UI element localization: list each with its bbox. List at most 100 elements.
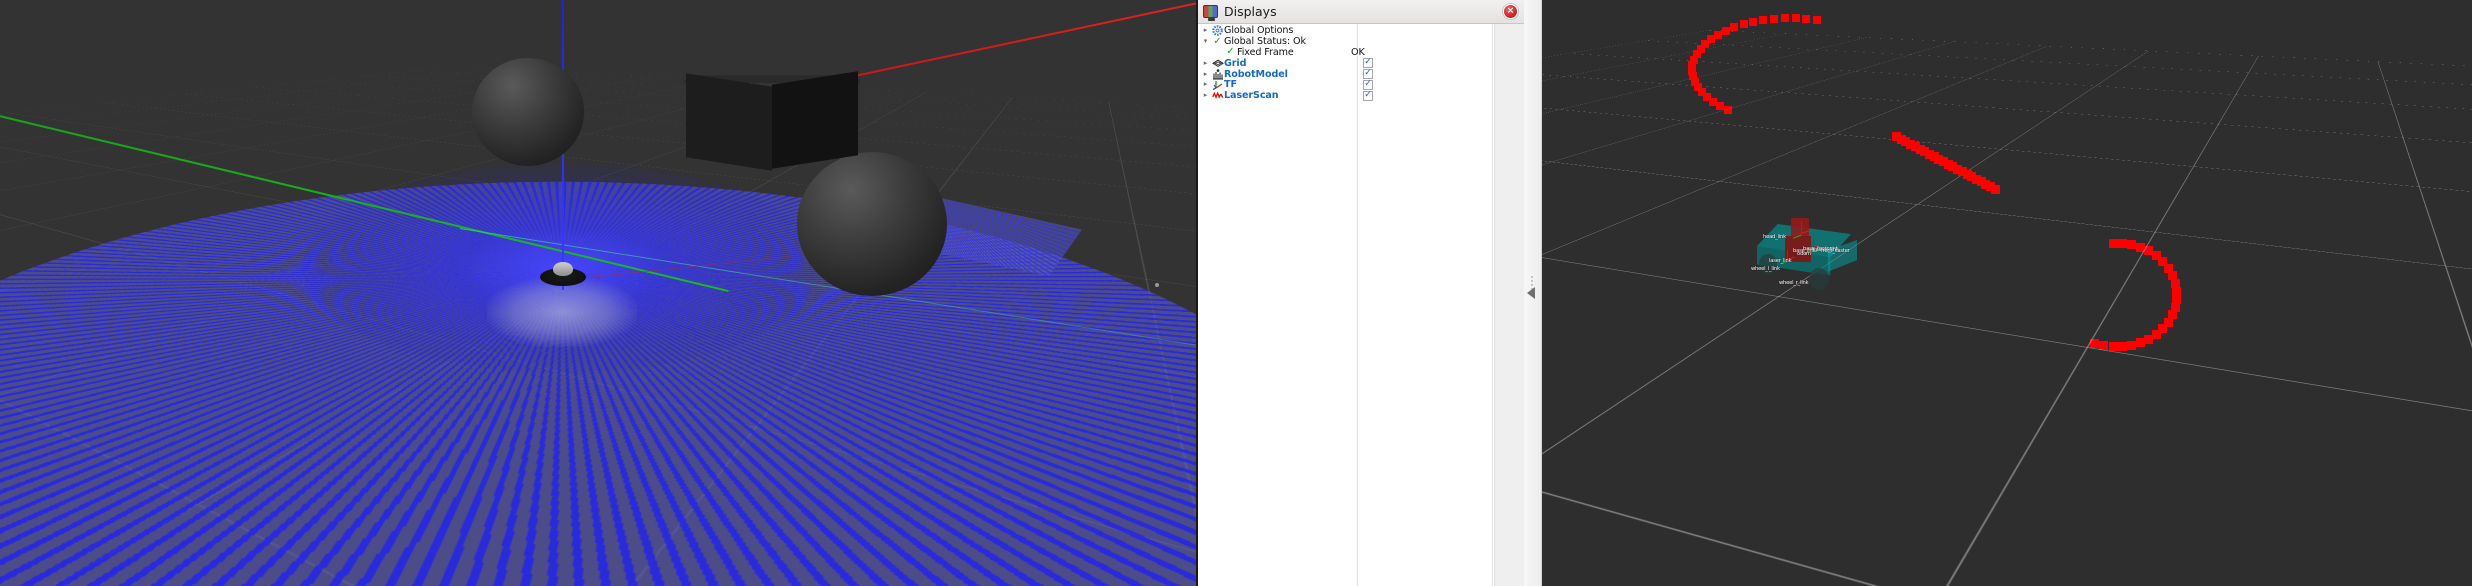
tree-row-global-options[interactable]: ▸ Global Options [1198, 25, 1524, 37]
tf-frame-label: wheel_r_link [1779, 280, 1809, 286]
laserscan-point [1910, 142, 1920, 151]
laserscan-point [2090, 338, 2100, 348]
tf-axes-icon [1211, 79, 1224, 91]
panel-title: Displays [1224, 4, 1277, 19]
chevron-down-icon[interactable]: ▾ [1200, 38, 1211, 45]
enable-checkbox[interactable]: ✓ [1363, 69, 1373, 80]
laserscan-point [2170, 302, 2180, 312]
laserscan-point [1962, 169, 1972, 179]
tree-row-grid[interactable]: ▸ Grid ✓ [1198, 58, 1524, 69]
laserscan-point [1688, 61, 1697, 70]
displays-panel: Displays × ▸ Global Options ▾ ✓ Global Statu… [1196, 0, 1524, 586]
laserscan-point [1934, 154, 1944, 164]
laserscan-point [1692, 50, 1701, 59]
laserscan-point [2167, 310, 2177, 320]
laserscan-point [1688, 72, 1697, 81]
laserscan-point [2163, 317, 2173, 327]
laserscan-point [1953, 164, 1963, 174]
laserscan-point [2158, 324, 2168, 334]
laserscan-point [2108, 238, 2118, 248]
laserscan-point [1707, 35, 1716, 44]
panel-splitter[interactable] [1524, 0, 1542, 586]
laserscan-point [1915, 144, 1925, 154]
laserscan-point [1929, 152, 1939, 161]
laserscan-point [1780, 14, 1789, 23]
tree-row-label: Grid [1224, 57, 1247, 69]
tree-row-tf[interactable]: ▸ TF ✓ [1198, 78, 1524, 91]
laserscan-point [1709, 98, 1718, 107]
laserscan-point [1759, 16, 1768, 25]
monitor-icon [1203, 5, 1218, 21]
laserscan-point [1924, 149, 1934, 159]
displays-tree[interactable]: ▸ Global Options ▾ ✓ Global Status: Ok ✓ Fixed… [1198, 24, 1524, 586]
tree-row-laserscan[interactable]: ▸ LaserScan ✓ [1198, 90, 1524, 101]
enable-checkbox[interactable]: ✓ [1363, 90, 1373, 101]
enable-checkbox[interactable]: ✓ [1363, 57, 1373, 69]
laserscan-point [2144, 334, 2154, 344]
laserscan-point [2151, 251, 2161, 261]
laserscan-point [1896, 134, 1906, 144]
viewport-edge-marker [1155, 283, 1159, 287]
checkmark-icon: ✓ [1364, 78, 1372, 89]
close-button[interactable]: × [1503, 4, 1518, 19]
laserscan-point [2136, 242, 2146, 252]
collapse-left-arrow-icon[interactable] [1527, 287, 1535, 299]
robot-wheel [1809, 268, 1829, 290]
chevron-right-icon[interactable]: ▸ [1200, 27, 1211, 34]
chevron-right-icon[interactable]: ▸ [1200, 59, 1211, 67]
rviz-ground-grid [1542, 0, 2472, 94]
simulation-3d-viewport[interactable] [0, 0, 1196, 586]
green-check-icon: ✓ [1226, 46, 1235, 58]
laserscan-point [1703, 93, 1712, 102]
chevron-right-icon[interactable]: ▸ [1200, 92, 1211, 99]
enable-checkbox[interactable]: ✓ [1363, 78, 1373, 90]
laserscan-point [1986, 182, 1995, 191]
laserscan-point [1696, 44, 1705, 53]
laserscan-point [2172, 286, 2182, 296]
panel-right-gutter [1494, 24, 1524, 586]
tree-row-global-status-ok[interactable]: ▾ ✓ Global Status: Ok [1198, 36, 1524, 47]
chevron-right-icon[interactable]: ▸ [1200, 81, 1211, 88]
tree-row-label: RobotModel [1224, 68, 1288, 80]
gear-icon [1211, 25, 1224, 37]
laserscan-point [1906, 139, 1916, 149]
laserscan-point [1690, 77, 1699, 86]
laserscan-point [1701, 39, 1710, 48]
laserscan-point [1943, 159, 1953, 169]
tree-rows-container: ▸ Global Options ▾ ✓ Global Status: Ok ✓ Fixed… [1198, 25, 1524, 101]
robot-icon [1211, 68, 1224, 80]
laserscan-point [1957, 167, 1967, 176]
laser-scan-sliver [932, 196, 1082, 276]
laserscan-point [1967, 172, 1977, 181]
laserscan-point [1791, 14, 1800, 23]
laserscan-point [1693, 83, 1702, 92]
laserscan-point [1770, 14, 1778, 23]
laserscan-point [2118, 238, 2128, 248]
laserscan-point [1812, 15, 1821, 24]
laser-scan-overlay [0, 0, 1196, 586]
laserscan-point [2168, 270, 2178, 280]
laserscan-point [1802, 14, 1811, 23]
robot-model-tf-group: base_link base_footprint caster_link front_… [1751, 218, 1877, 308]
laserscan-point [1981, 179, 1991, 189]
laserscan-point [1976, 177, 1986, 186]
tree-row-robotmodel[interactable]: ▸ RobotModel ✓ [1198, 69, 1524, 80]
laserscan-point [2158, 257, 2168, 267]
laserscan-point [2127, 240, 2137, 250]
laserscan-point [1721, 26, 1730, 35]
close-icon: × [1506, 6, 1515, 16]
chevron-right-icon[interactable]: ▸ [1200, 70, 1211, 78]
column-separator-1 [1357, 24, 1358, 586]
rviz-window: Displays × ▸ Global Options ▾ ✓ Global Statu… [0, 0, 2472, 586]
laserscan-point [1688, 66, 1696, 75]
rviz-3d-viewport[interactable]: base_link base_footprint caster_link front_… [1542, 0, 2472, 586]
laserscan-point [1697, 88, 1706, 97]
laserscan-point [1730, 23, 1739, 32]
checkmark-icon: ✓ [1364, 57, 1372, 68]
laserscan-point [1892, 132, 1901, 141]
tree-row-fixed-frame[interactable]: ✓ Fixed Frame OK [1198, 47, 1524, 58]
laserscan-point [2163, 263, 2173, 273]
grid-icon [1211, 59, 1224, 68]
tree-row-label: TF [1224, 79, 1237, 91]
robot-wheel [1759, 254, 1777, 274]
